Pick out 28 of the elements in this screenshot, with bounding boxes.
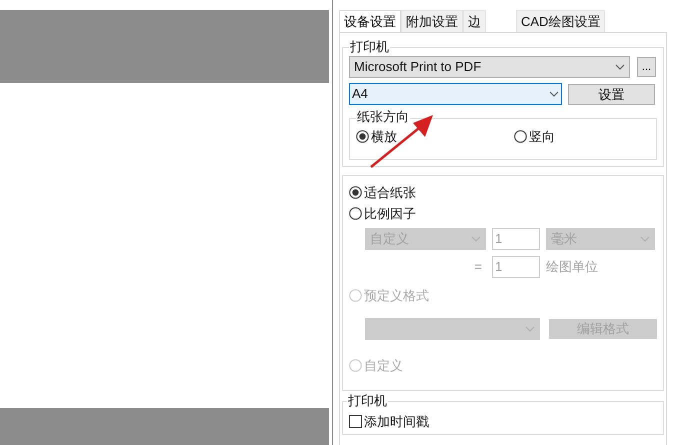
- equals-sign: =: [473, 258, 483, 276]
- chevron-icon: [640, 236, 650, 242]
- radio-label[interactable]: 适合纸张: [364, 186, 416, 199]
- unit-label: 绘图单位: [546, 258, 598, 276]
- group-title: 打印机: [349, 39, 390, 55]
- group-title: 打印机: [347, 393, 388, 409]
- chevron-icon: [615, 64, 625, 70]
- chevron-icon: [525, 326, 535, 332]
- checkbox-icon[interactable]: [349, 415, 362, 428]
- radio-icon[interactable]: [349, 186, 362, 199]
- tab[interactable]: 设备设置: [339, 10, 401, 32]
- settings-button[interactable]: 设置: [568, 84, 655, 104]
- group-title: 纸张方向: [356, 109, 410, 125]
- tab[interactable]: 边: [463, 10, 486, 32]
- chevron-icon: [471, 236, 481, 242]
- printer-dropdown[interactable]: Microsoft Print to PDF: [349, 56, 630, 78]
- tab[interactable]: CAD绘图设置: [516, 10, 606, 32]
- paper-size-dropdown[interactable]: A4: [349, 83, 562, 105]
- radio-icon[interactable]: [356, 130, 369, 143]
- chevron-icon: [549, 91, 559, 97]
- checkbox-label[interactable]: 添加时间戳: [364, 415, 429, 428]
- more-button[interactable]: ...: [637, 57, 656, 77]
- radio-icon[interactable]: [514, 130, 527, 143]
- radio-label[interactable]: 横放: [371, 130, 397, 143]
- radio-label[interactable]: 比例因子: [364, 207, 416, 220]
- tab[interactable]: 附加设置: [401, 10, 463, 32]
- radio-icon[interactable]: [349, 207, 362, 220]
- radio-label[interactable]: 竖向: [529, 130, 555, 143]
